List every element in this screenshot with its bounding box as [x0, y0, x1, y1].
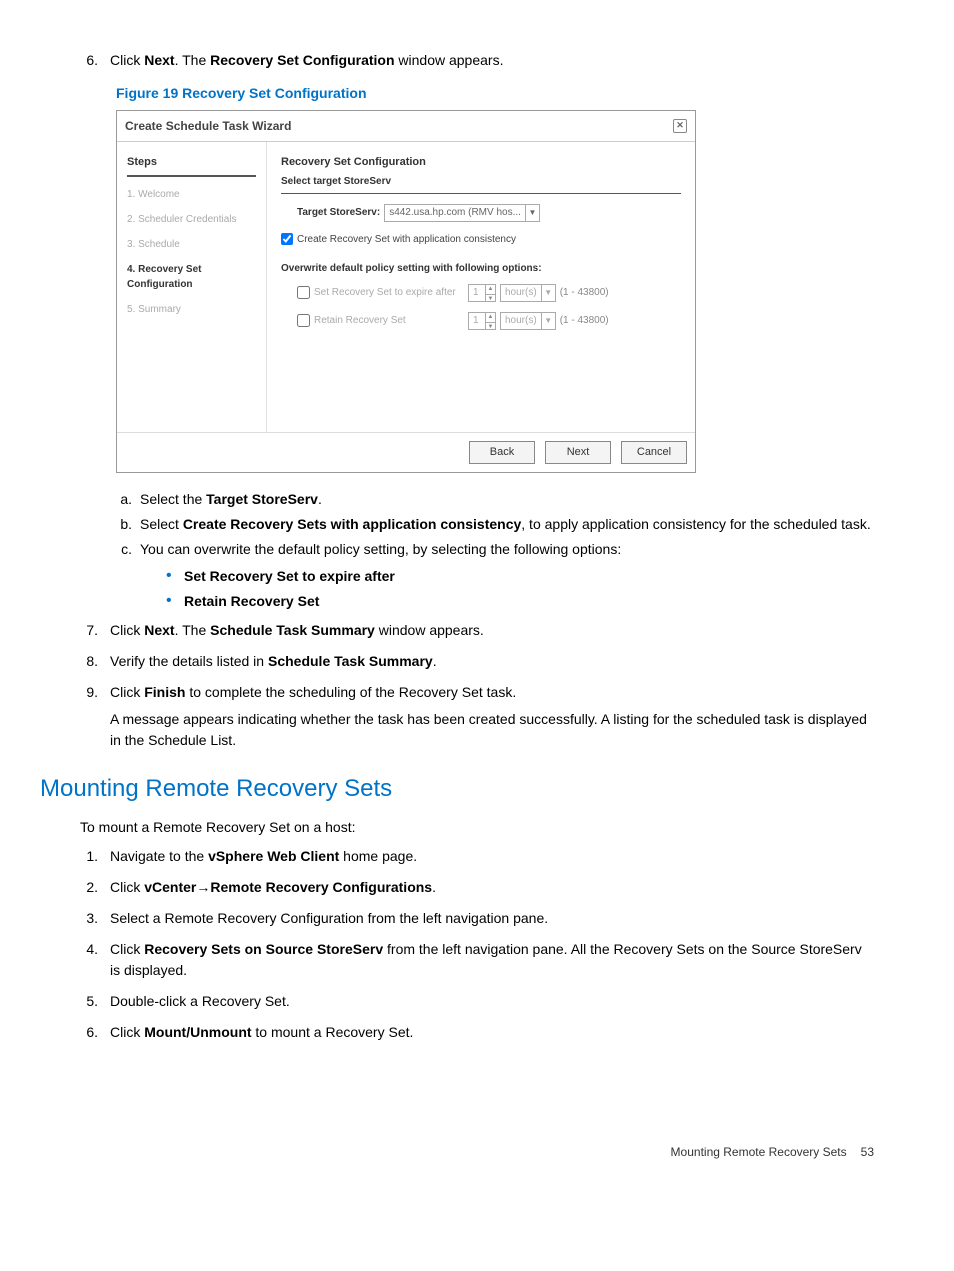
retain-checkbox[interactable]	[297, 314, 310, 327]
mount-step-5: 5. Double-click a Recovery Set.	[80, 991, 874, 1012]
page-number: 53	[861, 1143, 874, 1161]
wizard-main-title: Recovery Set Configuration	[281, 154, 681, 171]
chevron-down-icon: ▼	[541, 313, 555, 329]
figure-caption: Figure 19 Recovery Set Configuration	[116, 83, 874, 104]
next-button[interactable]: Next	[545, 441, 611, 464]
step-6: 6. Click Next. The Recovery Set Configur…	[80, 50, 874, 71]
retain-spinner[interactable]: 1▲▼	[468, 312, 496, 330]
bullet-icon: •	[166, 566, 184, 586]
mount-intro: To mount a Remote Recovery Set on a host…	[80, 817, 874, 838]
bullet-icon: •	[166, 591, 184, 611]
step-9: 9. Click Finish to complete the scheduli…	[80, 682, 874, 751]
chevron-down-icon: ▼	[525, 205, 539, 221]
expire-range: (1 - 43800)	[560, 285, 609, 300]
select-target-header: Select target StoreServ	[281, 174, 681, 194]
mount-step-4: 4. Click Recovery Sets on Source StoreSe…	[80, 939, 874, 981]
mount-step-1: 1. Navigate to the vSphere Web Client ho…	[80, 846, 874, 867]
wizard-step-2: 2. Scheduler Credentials	[127, 212, 256, 227]
target-storeserv-select[interactable]: s442.usa.hp.com (RMV hos... ▼	[384, 204, 540, 222]
wizard-main-panel: Recovery Set Configuration Select target…	[267, 142, 695, 432]
section-heading: Mounting Remote Recovery Sets	[40, 771, 874, 807]
retain-unit-select[interactable]: hour(s)▼	[500, 312, 556, 330]
expire-label: Set Recovery Set to expire after	[314, 285, 464, 300]
sub-step-b: b. Select Create Recovery Sets with appl…	[116, 514, 874, 535]
close-icon[interactable]: ✕	[673, 119, 687, 133]
step-number: 6.	[80, 50, 110, 71]
expire-checkbox[interactable]	[297, 286, 310, 299]
wizard-screenshot: Create Schedule Task Wizard ✕ Steps 1. W…	[116, 110, 874, 473]
retain-label: Retain Recovery Set	[314, 313, 464, 328]
back-button[interactable]: Back	[469, 441, 535, 464]
chevron-down-icon: ▼	[541, 285, 555, 301]
expire-unit-select[interactable]: hour(s)▼	[500, 284, 556, 302]
wizard-title-text: Create Schedule Task Wizard	[125, 117, 291, 135]
step-9-extra: A message appears indicating whether the…	[110, 709, 874, 751]
overwrite-header: Overwrite default policy setting with fo…	[281, 261, 681, 276]
consistency-checkbox-row: Create Recovery Set with application con…	[281, 232, 681, 247]
sub-steps-list: a. Select the Target StoreServ. b. Selec…	[116, 489, 874, 616]
mount-step-2: 2. Click vCenter→Remote Recovery Configu…	[80, 877, 874, 898]
sub-step-a: a. Select the Target StoreServ.	[116, 489, 874, 510]
wizard-step-5: 5. Summary	[127, 302, 256, 317]
step-text: Click Next. The Recovery Set Configurati…	[110, 50, 874, 71]
wizard-titlebar: Create Schedule Task Wizard ✕	[117, 111, 695, 142]
mount-step-3: 3. Select a Remote Recovery Configuratio…	[80, 908, 874, 929]
sub-step-c: c. You can overwrite the default policy …	[116, 539, 874, 616]
steps-header: Steps	[127, 154, 256, 171]
wizard-step-3: 3. Schedule	[127, 237, 256, 252]
wizard-step-4: 4. Recovery Set Configuration	[127, 262, 256, 292]
consistency-checkbox[interactable]	[281, 233, 293, 245]
wizard-footer: Back Next Cancel	[117, 432, 695, 472]
step-8: 8. Verify the details listed in Schedule…	[80, 651, 874, 672]
target-storeserv-label: Target StoreServ:	[297, 205, 380, 220]
expire-spinner[interactable]: 1▲▼	[468, 284, 496, 302]
bullet-list: •Set Recovery Set to expire after •Retai…	[166, 566, 621, 612]
page-footer: Mounting Remote Recovery Sets 53	[80, 1143, 874, 1161]
wizard-step-1: 1. Welcome	[127, 187, 256, 202]
mount-step-6: 6. Click Mount/Unmount to mount a Recove…	[80, 1022, 874, 1043]
cancel-button[interactable]: Cancel	[621, 441, 687, 464]
footer-section: Mounting Remote Recovery Sets	[671, 1143, 847, 1161]
wizard-steps-panel: Steps 1. Welcome 2. Scheduler Credential…	[117, 142, 267, 432]
retain-range: (1 - 43800)	[560, 313, 609, 328]
step-7: 7. Click Next. The Schedule Task Summary…	[80, 620, 874, 641]
wizard-window: Create Schedule Task Wizard ✕ Steps 1. W…	[116, 110, 696, 473]
